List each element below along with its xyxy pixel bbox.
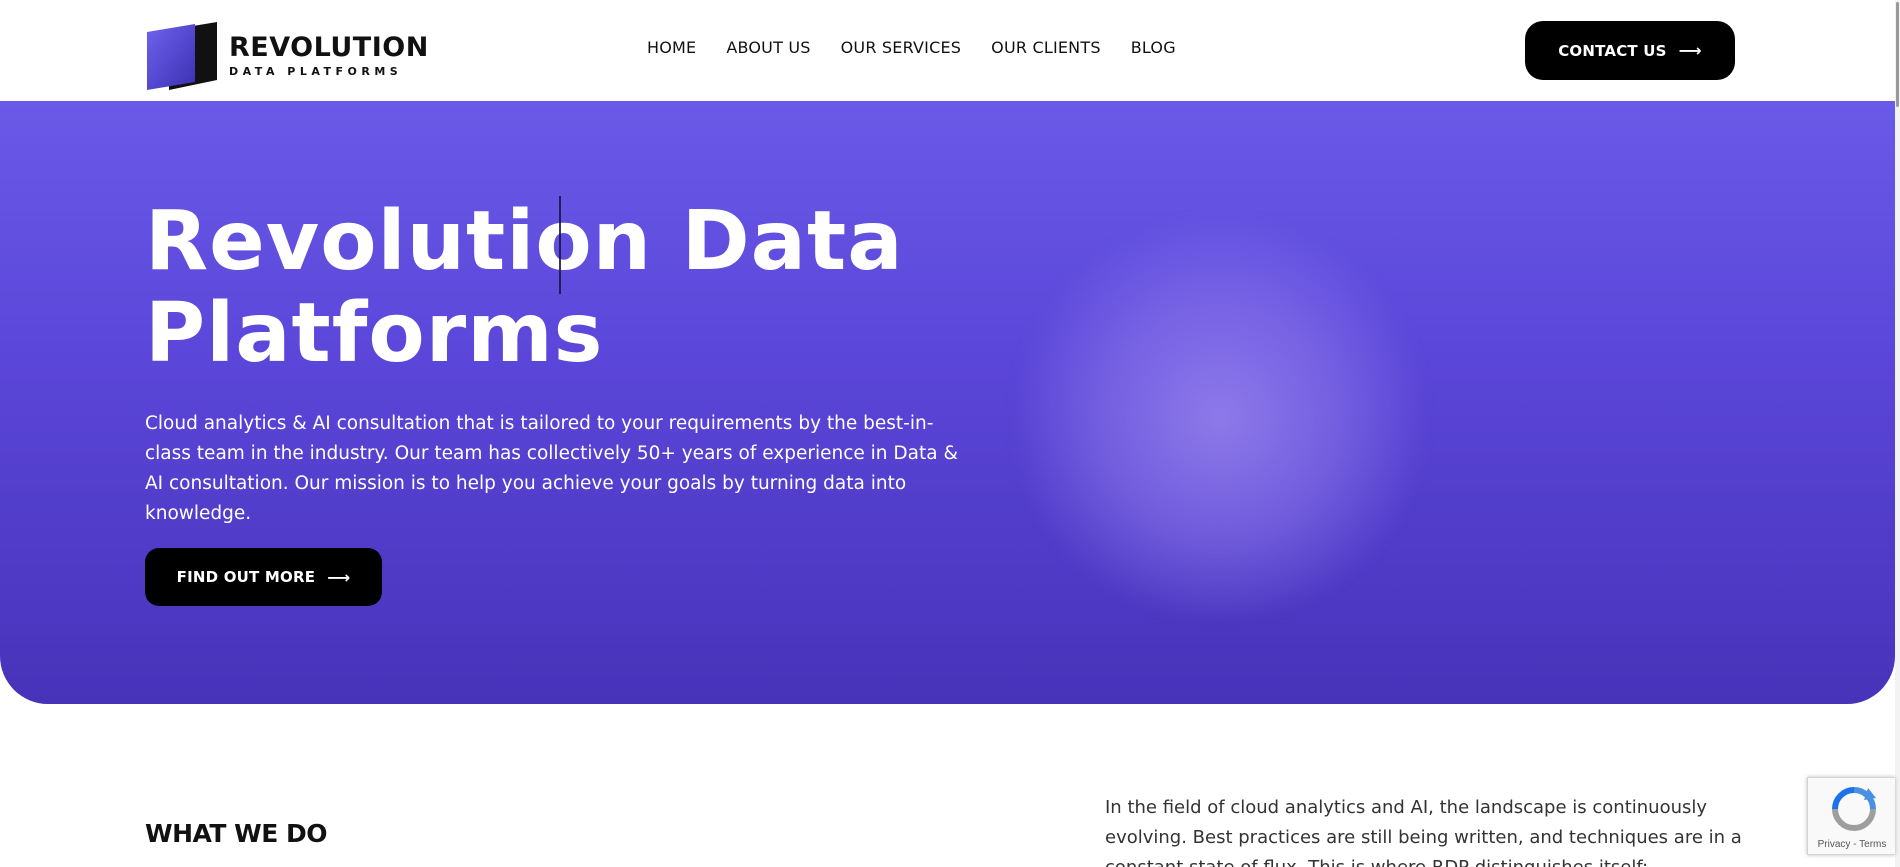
logo-title: REVOLUTION	[229, 32, 429, 63]
hero-title-line1: Revolution Data	[145, 194, 904, 289]
recaptcha-icon	[1832, 787, 1876, 831]
scrollbar-thumb[interactable]	[1896, 2, 1899, 107]
logo-subtitle: DATA PLATFORMS	[229, 65, 403, 78]
hero-title: Revolution Data Platforms	[145, 196, 1045, 380]
main-nav: HOME ABOUT US OUR SERVICES OUR CLIENTS B…	[647, 38, 1206, 57]
hero-title-line2: Platforms	[145, 286, 604, 381]
logo-icon	[145, 20, 219, 92]
nav-about-us[interactable]: ABOUT US	[726, 38, 810, 57]
hero-glow-decoration	[1010, 218, 1430, 618]
recaptcha-footer[interactable]: Privacy - Terms	[1808, 839, 1896, 850]
nav-home[interactable]: HOME	[647, 38, 696, 57]
contact-us-label: CONTACT US	[1558, 41, 1667, 60]
section-heading: WHAT WE DO	[145, 819, 328, 848]
arrow-right-icon: ⟶	[327, 567, 351, 587]
arrow-right-icon: ⟶	[1678, 41, 1702, 60]
page-scrollbar[interactable]	[1895, 0, 1900, 867]
find-out-more-button[interactable]: FIND OUT MORE ⟶	[145, 548, 382, 606]
hero-section: Revolution Data Platforms Cloud analytic…	[0, 101, 1895, 704]
nav-blog[interactable]: BLOG	[1131, 38, 1176, 57]
section-intro: In the field of cloud analytics and AI, …	[1105, 797, 1742, 867]
site-header: REVOLUTION DATA PLATFORMS HOME ABOUT US …	[0, 0, 1900, 101]
text-caret	[559, 196, 561, 294]
logo[interactable]: REVOLUTION DATA PLATFORMS	[145, 20, 428, 92]
nav-our-clients[interactable]: OUR CLIENTS	[991, 38, 1101, 57]
hero-description: Cloud analytics & AI consultation that i…	[145, 413, 958, 524]
contact-us-button[interactable]: CONTACT US ⟶	[1525, 21, 1735, 80]
nav-our-services[interactable]: OUR SERVICES	[841, 38, 962, 57]
recaptcha-badge[interactable]: Privacy - Terms	[1807, 777, 1895, 855]
find-out-more-label: FIND OUT MORE	[176, 568, 316, 586]
